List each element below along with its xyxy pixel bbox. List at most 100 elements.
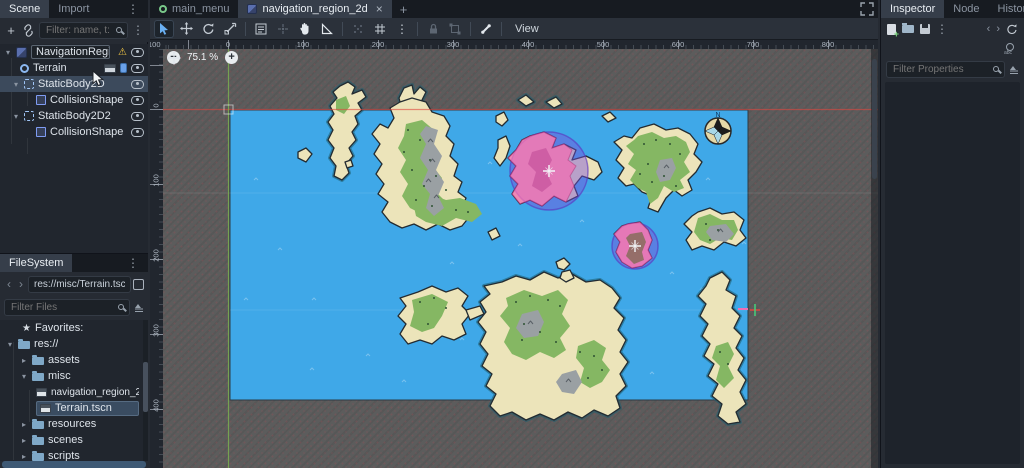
property-name-search-icon[interactable] bbox=[1004, 43, 1016, 56]
add-node-button[interactable]: + bbox=[4, 23, 18, 38]
warning-icon[interactable]: ⚠ bbox=[118, 47, 127, 58]
tab-filesystem-label: FileSystem bbox=[9, 257, 64, 269]
tab-node[interactable]: Node bbox=[944, 0, 988, 18]
ruler-tool-button[interactable] bbox=[317, 20, 337, 38]
group-icon[interactable] bbox=[445, 20, 465, 38]
expand-icon[interactable]: ▸ bbox=[20, 436, 28, 445]
inspector-filterbar bbox=[881, 58, 1024, 80]
tree-row-staticbody2d[interactable]: ▾ StaticBody2D bbox=[0, 76, 148, 92]
load-resource-icon[interactable] bbox=[902, 22, 914, 33]
zoom-in-button[interactable]: + bbox=[225, 51, 239, 64]
tab-import-label: Import bbox=[58, 3, 90, 15]
select-tool-button[interactable] bbox=[154, 19, 174, 38]
ruler-label: 100 bbox=[296, 40, 310, 49]
search-icon bbox=[993, 65, 999, 72]
fs-row-misc[interactable]: ▾ misc bbox=[0, 368, 143, 384]
tab-history[interactable]: History bbox=[989, 0, 1024, 18]
tab-inspector[interactable]: Inspector bbox=[881, 0, 945, 18]
tab-filesystem[interactable]: FileSystem bbox=[0, 254, 73, 272]
filesystem-vscrollbar[interactable] bbox=[143, 320, 148, 461]
save-resource-icon[interactable] bbox=[920, 24, 930, 34]
fs-row-resources[interactable]: ▸ resources bbox=[0, 416, 143, 432]
tab-import[interactable]: Import bbox=[49, 0, 98, 18]
pan-tool-button[interactable] bbox=[295, 20, 315, 38]
property-sort-icon[interactable] bbox=[1009, 64, 1019, 74]
canvas-vscrollbar[interactable] bbox=[871, 49, 878, 468]
node-name-editbox[interactable]: NavigationRegion2D bbox=[31, 45, 111, 59]
scene-filter-input[interactable] bbox=[39, 21, 128, 39]
visibility-eye-icon[interactable] bbox=[131, 111, 144, 121]
collapse-icon[interactable]: ▾ bbox=[12, 80, 20, 89]
instance-scene-icon[interactable] bbox=[22, 23, 35, 37]
visibility-eye-icon[interactable] bbox=[131, 79, 144, 89]
history-back-button[interactable]: ‹ bbox=[4, 277, 14, 291]
filesystem-hscrollbar[interactable] bbox=[2, 461, 146, 468]
collapse-icon[interactable]: ▾ bbox=[4, 48, 12, 57]
visibility-eye-icon[interactable] bbox=[131, 127, 144, 137]
tree-row-collisionshape2d[interactable]: CollisionShape2D bbox=[0, 92, 148, 108]
ruler-horizontal[interactable]: -100 0 100 200 300 400 500 600 700 800 bbox=[150, 40, 878, 49]
distraction-free-mode-icon[interactable] bbox=[860, 2, 874, 16]
collapse-icon[interactable]: ▾ bbox=[20, 372, 28, 381]
scene-dock-menu-icon[interactable]: ⋮ bbox=[118, 0, 148, 18]
tab-inspector-label: Inspector bbox=[890, 3, 936, 15]
new-resource-icon[interactable] bbox=[887, 23, 899, 39]
visibility-eye-icon[interactable] bbox=[131, 47, 144, 57]
object-history-icon[interactable] bbox=[1006, 23, 1018, 35]
viewport-canvas[interactable]: N -100 0 100 200 300 bbox=[150, 40, 878, 468]
fs-row-terrain-tscn[interactable]: Terrain.tscn bbox=[0, 400, 143, 416]
scene-toolbar-menu-icon[interactable]: ⋮ bbox=[132, 23, 144, 37]
visibility-eye-icon[interactable] bbox=[131, 95, 144, 105]
tree-row-terrain[interactable]: Terrain bbox=[0, 60, 148, 76]
collapse-icon[interactable]: ▾ bbox=[6, 340, 14, 349]
ruler-vertical[interactable]: 0 100 200 300 400 bbox=[150, 49, 163, 468]
scene-tab-navigation-region-2d[interactable]: navigation_region_2d × bbox=[238, 0, 392, 18]
tree-row-collisionshape2d-2[interactable]: CollisionShape2D bbox=[0, 124, 148, 140]
zoom-percent[interactable]: 75.1 % bbox=[187, 52, 218, 63]
fs-row-scenes[interactable]: ▸ scenes bbox=[0, 432, 143, 448]
grid-snap-icon[interactable] bbox=[370, 20, 390, 38]
current-path-field[interactable] bbox=[28, 275, 131, 293]
split-mode-icon[interactable] bbox=[133, 278, 144, 290]
scene-dock-tabbar: Scene Import ⋮ bbox=[0, 0, 148, 18]
tab-scene[interactable]: Scene bbox=[0, 0, 50, 18]
fs-row-scripts[interactable]: ▸ scripts bbox=[0, 448, 143, 461]
expand-icon[interactable]: ▸ bbox=[20, 452, 28, 461]
expand-icon[interactable]: ▸ bbox=[20, 420, 28, 429]
fs-row-assets[interactable]: ▸ assets bbox=[0, 352, 143, 368]
skeleton-bone-icon[interactable] bbox=[476, 20, 496, 38]
edit-next-object-button[interactable]: › bbox=[996, 23, 1000, 35]
tab-node-label: Node bbox=[953, 3, 980, 15]
sort-files-icon[interactable] bbox=[134, 302, 144, 312]
fs-row-favorites[interactable]: ★ Favorites: bbox=[0, 320, 143, 336]
lock-icon[interactable] bbox=[423, 20, 443, 38]
pivot-tool-button[interactable] bbox=[273, 20, 293, 38]
rotate-tool-button[interactable] bbox=[198, 20, 218, 38]
fs-row-res[interactable]: ▾ res:// bbox=[0, 336, 143, 352]
map-canvas[interactable]: N bbox=[150, 40, 878, 468]
new-scene-tab-button[interactable]: + bbox=[392, 0, 416, 18]
scale-tool-button[interactable] bbox=[220, 20, 240, 38]
move-tool-button[interactable] bbox=[176, 20, 196, 38]
center-view-icon[interactable] bbox=[167, 51, 181, 65]
resource-options-icon[interactable]: ⋮ bbox=[936, 22, 948, 36]
terrain-node-icon bbox=[20, 63, 29, 73]
tree-row-staticbody2d2[interactable]: ▾ StaticBody2D2 bbox=[0, 108, 148, 124]
close-tab-icon[interactable]: × bbox=[376, 2, 383, 16]
visibility-eye-icon[interactable] bbox=[131, 63, 144, 73]
collapse-icon[interactable]: ▾ bbox=[12, 112, 20, 121]
script-icon[interactable] bbox=[120, 63, 127, 73]
selection-list-button[interactable] bbox=[251, 20, 271, 38]
filter-properties-input[interactable] bbox=[886, 60, 1005, 78]
scene-tab-main-menu[interactable]: main_menu bbox=[150, 0, 238, 18]
expand-icon[interactable]: ▸ bbox=[20, 356, 28, 365]
view-menu-button[interactable]: View bbox=[507, 23, 547, 35]
edit-prev-object-button[interactable]: ‹ bbox=[987, 23, 991, 35]
filesystem-menu-icon[interactable]: ⋮ bbox=[118, 254, 148, 272]
smart-snap-icon[interactable] bbox=[348, 20, 368, 38]
tree-row-navigationregion2d[interactable]: ▾ NavigationRegion2D ⚠ bbox=[0, 44, 148, 60]
history-forward-button[interactable]: › bbox=[16, 277, 26, 291]
snap-options-menu-icon[interactable]: ⋮ bbox=[392, 20, 412, 38]
filter-files-input[interactable] bbox=[4, 298, 130, 316]
fs-row-navigation-region-2d-tscn[interactable]: navigation_region_2d.tscn bbox=[0, 384, 143, 400]
